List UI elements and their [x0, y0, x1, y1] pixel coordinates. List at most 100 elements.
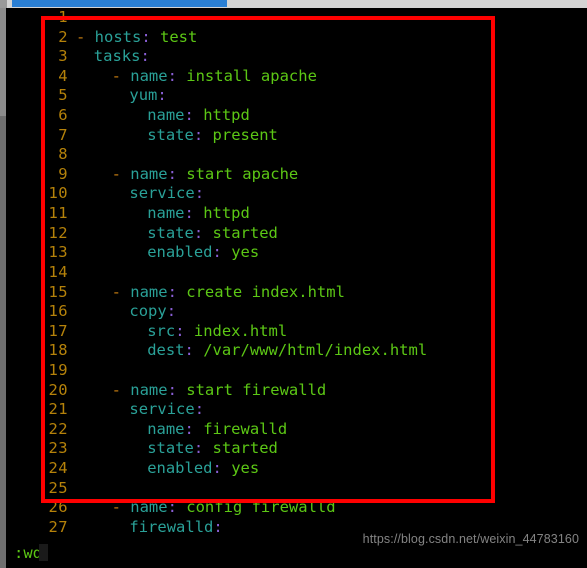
token-val: create index.html: [186, 282, 345, 301]
token-colon: :: [193, 125, 213, 144]
code-line[interactable]: 20 - name: start firewalld: [6, 381, 587, 401]
code-line-content: name: httpd: [147, 106, 250, 126]
token-val: httpd: [203, 106, 250, 125]
token-key: service: [129, 184, 195, 203]
line-number: 21: [48, 400, 68, 419]
code-line-content: service:: [129, 400, 204, 420]
code-line-content: - name: install apache: [112, 67, 317, 87]
token-key: hosts: [94, 27, 142, 46]
token-val: index.html: [193, 321, 288, 340]
line-number: 13: [48, 243, 68, 262]
code-line-content: name: httpd: [147, 204, 250, 224]
token-key: name: [130, 282, 168, 301]
code-line[interactable]: 18 dest: /var/www/html/index.html: [6, 341, 587, 361]
code-line[interactable]: 17 src: index.html: [6, 322, 587, 342]
code-line[interactable]: 6 name: httpd: [6, 106, 587, 126]
code-line[interactable]: 13 enabled: yes: [6, 243, 587, 263]
code-line[interactable]: 15 - name: create index.html: [6, 283, 587, 303]
token-val: config firewalld: [186, 498, 336, 517]
terminal-surface[interactable]: 1 --- 2- hosts: test 3 tasks: 4- name: instal…: [6, 8, 587, 566]
code-line[interactable]: 12 state: started: [6, 224, 587, 244]
code-line[interactable]: 25: [6, 479, 587, 499]
token-dash: -: [111, 498, 131, 517]
token-colon: :: [184, 419, 204, 438]
token-dash: -: [111, 380, 131, 399]
line-number: 25: [48, 478, 68, 497]
code-editor-area[interactable]: 1 --- 2- hosts: test 3 tasks: 4- name: instal…: [6, 8, 587, 540]
token-colon: :: [184, 341, 204, 360]
line-number: 18: [48, 341, 68, 360]
token-colon: :: [141, 27, 161, 46]
code-line[interactable]: 14: [6, 263, 587, 283]
token-key: yum: [129, 86, 158, 105]
code-line[interactable]: 24 enabled: yes: [6, 459, 587, 479]
line-number: 1: [58, 8, 68, 26]
code-line-content: dest: /var/www/html/index.html: [147, 341, 427, 361]
code-line[interactable]: 7 state: present: [6, 126, 587, 146]
code-line-content: copy:: [129, 302, 176, 322]
code-line[interactable]: 11 name: httpd: [6, 204, 587, 224]
line-number: 17: [48, 321, 68, 340]
code-line[interactable]: 4 - name: install apache: [6, 67, 587, 87]
token-colon: :: [213, 517, 223, 536]
token-colon: :: [140, 47, 150, 66]
token-key: service: [129, 400, 195, 419]
code-line[interactable]: 23 state: started: [6, 439, 587, 459]
token-colon: :: [194, 400, 205, 419]
code-line-content: name: firewalld: [147, 420, 287, 440]
token-val: yes: [231, 243, 260, 262]
token-val: started: [212, 439, 278, 458]
code-line[interactable]: 8: [6, 145, 587, 165]
code-line[interactable]: 2- hosts: test: [6, 28, 587, 48]
token-colon: :: [193, 223, 213, 242]
code-line-content: ---: [76, 8, 104, 28]
code-line-content: yum:: [129, 86, 166, 106]
line-number: 2: [58, 27, 68, 46]
line-number: 6: [58, 106, 68, 125]
code-line[interactable]: 5 yum:: [6, 86, 587, 106]
code-line[interactable]: 10 service:: [6, 184, 587, 204]
token-val: /var/www/html/index.html: [203, 341, 428, 360]
token-key: name: [130, 498, 168, 517]
line-number: 11: [48, 204, 68, 223]
line-number: 26: [48, 498, 68, 517]
token-dash: -: [111, 164, 131, 183]
code-line[interactable]: 19: [6, 361, 587, 381]
csdn-watermark: https://blog.csdn.net/weixin_44783160: [362, 532, 579, 546]
token-val: install apache: [186, 66, 317, 85]
token-dash: -: [76, 27, 95, 46]
code-line-content: src: index.html: [147, 322, 287, 342]
token-key: tasks: [93, 47, 141, 66]
token-colon: :: [193, 439, 213, 458]
window-top-strip: [0, 0, 587, 8]
code-line[interactable]: 21 service:: [6, 400, 587, 420]
progress-bar: [12, 0, 227, 7]
token-colon: :: [184, 106, 204, 125]
token-colon: :: [157, 86, 167, 105]
token-key: name: [147, 106, 185, 125]
token-dash: -: [111, 282, 131, 301]
code-line-content: enabled: yes: [147, 243, 259, 263]
token-colon: :: [184, 204, 204, 223]
token-colon: :: [167, 66, 187, 85]
code-line[interactable]: 3 tasks:: [6, 47, 587, 67]
line-number: 3: [58, 47, 68, 66]
text-cursor: [39, 544, 48, 561]
code-line-content: enabled: yes: [147, 459, 259, 479]
line-number: 10: [48, 184, 68, 203]
token-key: state: [147, 223, 194, 242]
code-line[interactable]: 9 - name: start apache: [6, 165, 587, 185]
code-line-content: state: started: [147, 439, 278, 459]
token-colon: :: [212, 459, 232, 478]
token-val: start firewalld: [186, 380, 327, 399]
line-number: 5: [58, 86, 68, 105]
code-line[interactable]: 22 name: firewalld: [6, 420, 587, 440]
code-line[interactable]: 1 ---: [6, 8, 587, 28]
line-number: 8: [58, 145, 68, 164]
token-colon: :: [194, 184, 205, 203]
code-line[interactable]: 16 copy:: [6, 302, 587, 322]
code-line-content: tasks:: [94, 47, 150, 67]
code-line[interactable]: 26 - name: config firewalld: [6, 498, 587, 518]
line-number: 15: [48, 282, 68, 301]
token-colon: :: [167, 164, 187, 183]
